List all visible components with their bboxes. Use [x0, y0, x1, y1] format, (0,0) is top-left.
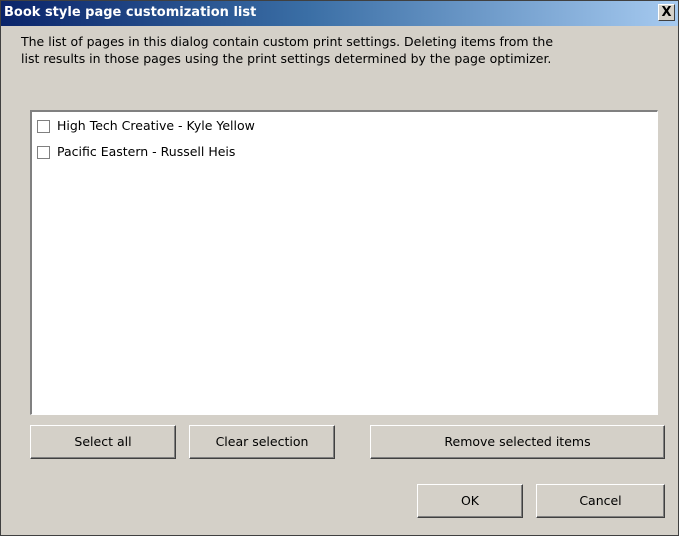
- select-all-button[interactable]: Select all: [30, 425, 176, 459]
- list-item-label: Pacific Eastern - Russell Heis: [57, 144, 236, 159]
- page-customization-dialog: Book style page customization list X The…: [0, 0, 679, 536]
- title-bar[interactable]: Book style page customization list X: [1, 1, 678, 26]
- remove-selected-button[interactable]: Remove selected items: [370, 425, 665, 459]
- ok-button[interactable]: OK: [417, 484, 523, 518]
- list-item-checkbox[interactable]: [37, 146, 50, 159]
- list-item-checkbox[interactable]: [37, 120, 50, 133]
- description-text: The list of pages in this dialog contain…: [21, 34, 554, 66]
- clear-selection-button[interactable]: Clear selection: [189, 425, 335, 459]
- list-item-label: High Tech Creative - Kyle Yellow: [57, 118, 255, 133]
- close-button[interactable]: X: [658, 4, 675, 21]
- dialog-title: Book style page customization list: [4, 5, 257, 20]
- close-icon: X: [661, 5, 672, 20]
- page-list[interactable]: High Tech Creative - Kyle Yellow Pacific…: [30, 110, 658, 415]
- cancel-button[interactable]: Cancel: [536, 484, 665, 518]
